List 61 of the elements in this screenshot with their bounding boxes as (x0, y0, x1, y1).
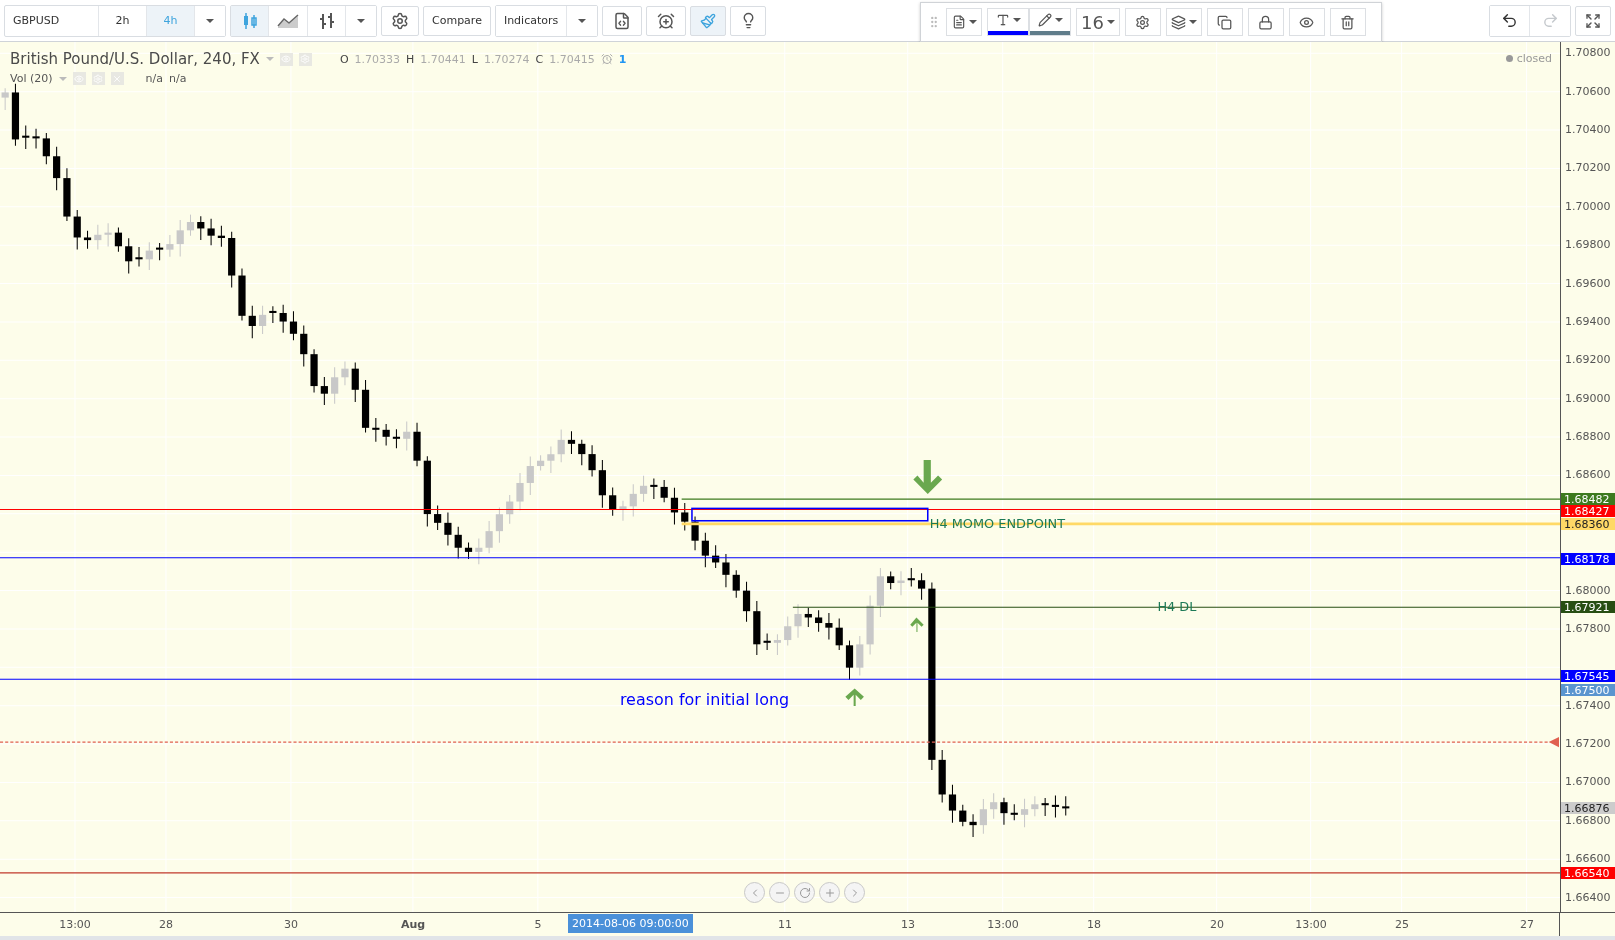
time-label: 13 (901, 918, 915, 931)
time-label: 25 (1395, 918, 1409, 931)
price-tick: 1.69800 (1565, 239, 1611, 252)
price-tag: 1.66876 (1561, 802, 1615, 815)
price-tick: 1.67200 (1565, 738, 1611, 751)
price-tag: 1.66540 (1561, 866, 1615, 879)
price-tick: 1.68800 (1565, 431, 1611, 444)
time-label: 13:00 (1295, 918, 1327, 931)
price-tag: 1.68482 (1561, 493, 1615, 506)
time-label: 18 (1087, 918, 1101, 931)
alert-count: 1 (618, 52, 627, 66)
time-label: 11 (778, 918, 792, 931)
time-cursor-label: 2014-08-06 09:00:00 (568, 914, 693, 933)
study-value: n/a (145, 72, 163, 85)
price-tag: 1.67500 (1561, 683, 1615, 696)
price-tag: 1.68360 (1561, 517, 1615, 530)
price-tick: 1.66400 (1565, 891, 1611, 904)
price-tick: 1.66600 (1565, 853, 1611, 866)
price-tick: 1.66800 (1565, 814, 1611, 827)
font-size-dropdown[interactable]: 16 (1076, 8, 1120, 36)
price-tick: 1.70000 (1565, 200, 1611, 213)
ohlc-value: 1.70333 (354, 52, 401, 66)
price-tick: 1.70800 (1565, 47, 1611, 60)
price-tick: 1.68000 (1565, 584, 1611, 597)
ohlc-value: 1.70415 (549, 52, 595, 66)
time-label: Aug (400, 918, 426, 931)
time-label: 20 (1210, 918, 1224, 931)
annotation-text: H4 MOMO ENDPOINT (929, 515, 1066, 531)
price-tag: 1.67921 (1561, 601, 1615, 614)
indicators-button[interactable]: Indicators (495, 5, 568, 36)
price-tag: 1.68178 (1561, 552, 1615, 565)
price-tick: 1.70400 (1565, 124, 1611, 137)
time-label: 13:00 (987, 918, 1019, 931)
price-tick: 1.69200 (1565, 354, 1611, 367)
annotation-text: reason for initial long (619, 690, 790, 710)
study-value: n/a (168, 72, 187, 85)
price-tick: 1.69400 (1565, 315, 1611, 328)
ohlc-key: L (471, 52, 478, 66)
time-label: 30 (284, 918, 298, 931)
ohlc-key: C (535, 52, 544, 66)
chart-title: British Pound/U.S. Dollar, 240, FX (10, 50, 260, 68)
ohlc-key: H (406, 52, 415, 66)
price-tick: 1.67400 (1565, 699, 1611, 712)
price-tick: 1.67800 (1565, 622, 1611, 635)
ohlc-value: 1.70441 (420, 52, 466, 66)
time-label: 27 (1520, 918, 1534, 931)
price-tick: 1.70200 (1565, 162, 1611, 175)
study-title: Vol (20) (10, 72, 53, 85)
time-label: 5 (534, 918, 542, 931)
ohlc-key: O (339, 52, 349, 66)
price-tick: 1.70600 (1565, 85, 1611, 98)
price-tick: 1.68600 (1565, 469, 1611, 482)
price-tick: 1.69600 (1565, 277, 1611, 290)
price-tick: 1.69000 (1565, 392, 1611, 405)
market-status: closed (1516, 52, 1552, 65)
time-label: 13:00 (59, 918, 91, 931)
price-tag: 1.67545 (1561, 670, 1615, 683)
ohlc-value: 1.70274 (483, 52, 530, 66)
compare-button[interactable]: Compare (423, 5, 491, 36)
price-tick: 1.67000 (1565, 776, 1611, 789)
time-label: 28 (159, 918, 173, 931)
